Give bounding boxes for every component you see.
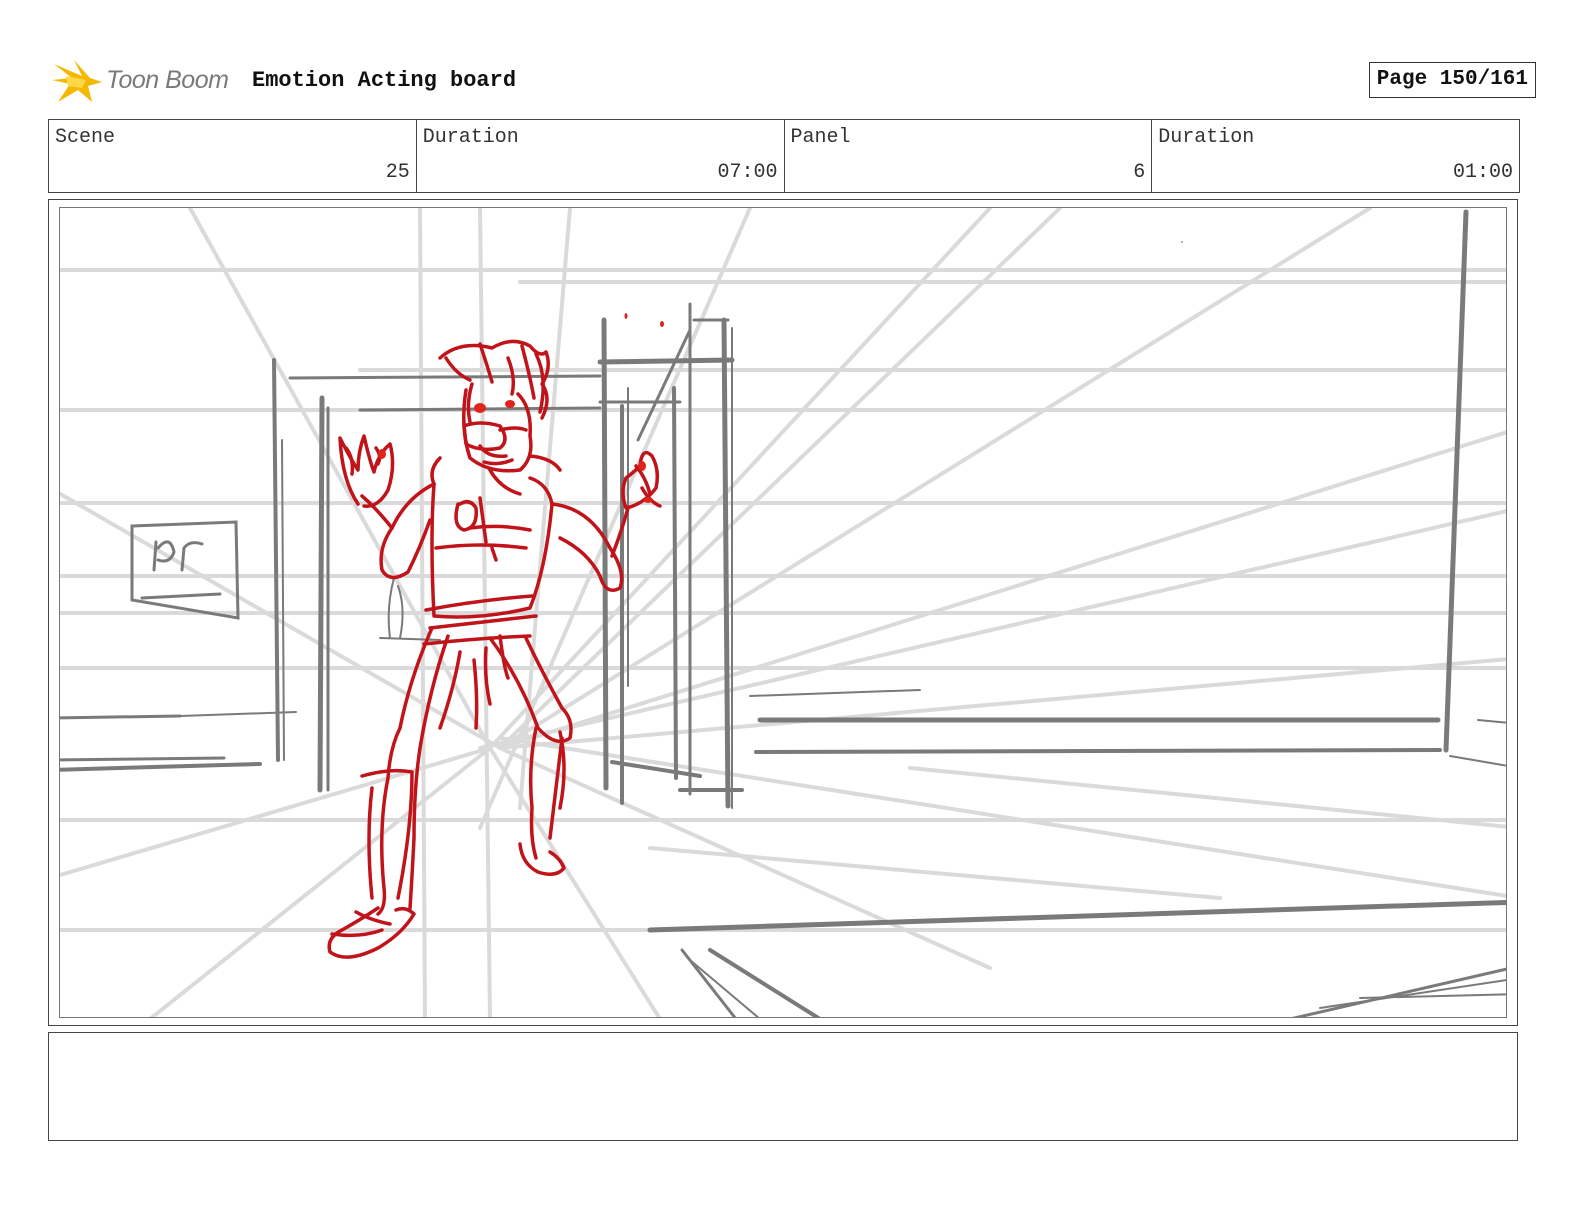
panel-value: 6 <box>1133 161 1146 184</box>
page-counter: Page 150/161 <box>1368 62 1536 98</box>
panel-drawing-area <box>59 207 1507 1018</box>
scene-value: 25 <box>385 161 410 184</box>
panel-duration-value: 01:00 <box>1452 161 1513 184</box>
scene-duration-value: 07:00 <box>717 161 778 184</box>
panel-notes-area[interactable] <box>48 1032 1518 1141</box>
scene-cell: Scene 25 <box>49 120 416 192</box>
page-header: Toon Boom Emotion Acting board Page 150/… <box>48 54 1536 106</box>
logo-text: Toon Boom <box>106 66 229 94</box>
panel-duration-label: Duration <box>1158 126 1255 149</box>
scene-duration-label: Duration <box>422 126 519 149</box>
toon-boom-logo: Toon Boom <box>52 54 252 106</box>
panel-duration-cell: Duration 01:00 <box>1151 120 1519 192</box>
scene-label: Scene <box>55 126 116 149</box>
board-title: Emotion Acting board <box>252 68 517 93</box>
scene-duration-cell: Duration 07:00 <box>415 120 784 192</box>
toon-boom-spark-icon <box>52 60 102 102</box>
sketch-drawing <box>60 208 1506 1017</box>
panel-label: Panel <box>790 126 851 149</box>
scene-info-bar: Scene 25 Duration 07:00 Panel 6 Duration… <box>48 119 1520 193</box>
panel-cell: Panel 6 <box>783 120 1152 192</box>
character-sketch <box>327 339 662 959</box>
storyboard-panel <box>48 199 1518 1026</box>
